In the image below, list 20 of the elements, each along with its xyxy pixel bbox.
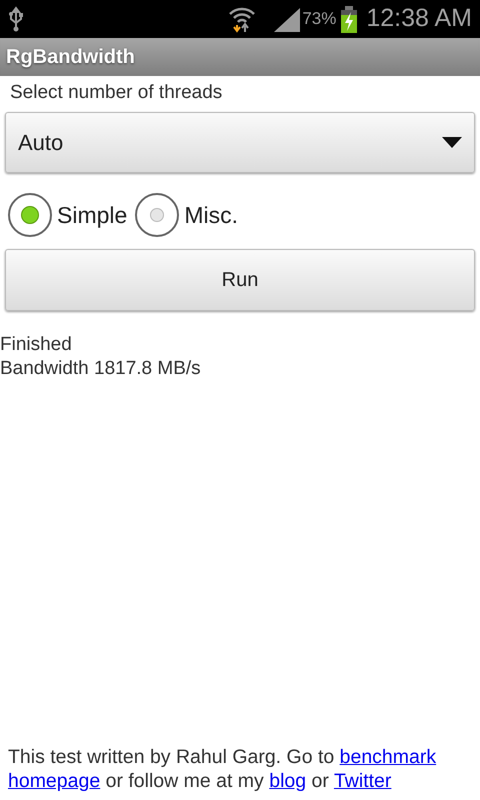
clock: 12:38 AM: [366, 3, 472, 34]
field-label: Select number of threads: [10, 81, 224, 105]
wifi-icon: [228, 5, 256, 33]
battery-charging-icon: [340, 5, 358, 33]
app-title: RgBandwidth: [6, 45, 135, 70]
credits-text: This test written by Rahul Garg. Go to benchmark homepage or follow me at my blog or Twitter: [7, 745, 438, 793]
signal-icon: [272, 5, 300, 33]
link[interactable]: Twitter: [334, 770, 392, 792]
run-button[interactable]: Run: [5, 249, 475, 311]
link[interactable]: benchmark: [340, 746, 436, 768]
threads-dropdown[interactable]: Auto: [5, 112, 475, 173]
link[interactable]: blog: [269, 770, 306, 792]
usb-icon: [8, 6, 24, 32]
battery-percent: 73%: [302, 8, 336, 30]
link[interactable]: homepage: [8, 770, 100, 792]
mode-radio[interactable]: Simple: [8, 193, 128, 237]
dropdown-arrow-icon: [442, 137, 462, 148]
result-text: Finished: [0, 333, 73, 357]
mode-radio[interactable]: Misc.: [135, 193, 238, 237]
result-text: Bandwidth 1817.8 MB/s: [0, 357, 202, 381]
